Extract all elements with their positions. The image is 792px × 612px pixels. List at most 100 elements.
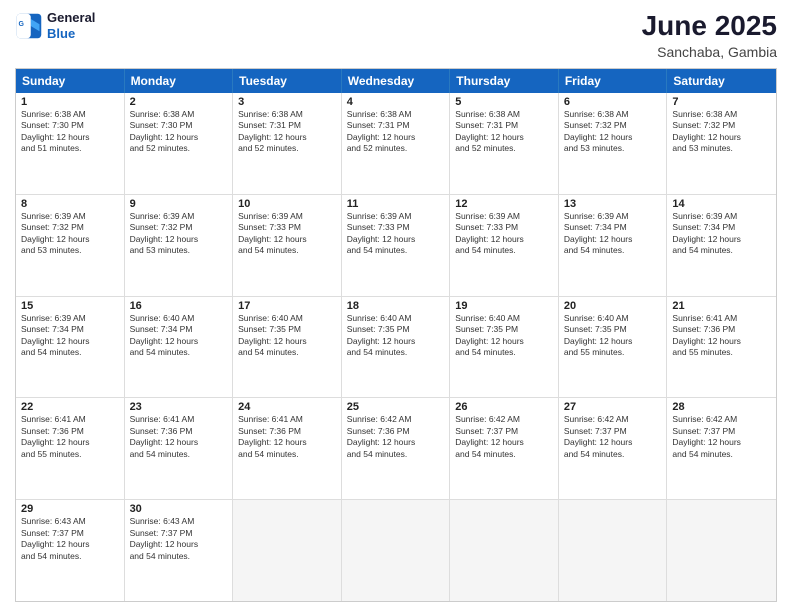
calendar-cell-2-1: 8Sunrise: 6:39 AM Sunset: 7:32 PM Daylig… <box>16 195 125 296</box>
day-info: Sunrise: 6:40 AM Sunset: 7:35 PM Dayligh… <box>238 313 336 359</box>
day-info: Sunrise: 6:38 AM Sunset: 7:31 PM Dayligh… <box>347 109 445 155</box>
day-info: Sunrise: 6:38 AM Sunset: 7:32 PM Dayligh… <box>672 109 771 155</box>
calendar-cell-4-6: 27Sunrise: 6:42 AM Sunset: 7:37 PM Dayli… <box>559 398 668 499</box>
day-number: 15 <box>21 300 119 312</box>
title-block: June 2025 Sanchaba, Gambia <box>642 10 777 60</box>
day-info: Sunrise: 6:39 AM Sunset: 7:34 PM Dayligh… <box>21 313 119 359</box>
calendar-cell-4-2: 23Sunrise: 6:41 AM Sunset: 7:36 PM Dayli… <box>125 398 234 499</box>
calendar-page: G General Blue June 2025 Sanchaba, Gambi… <box>0 0 792 612</box>
day-info: Sunrise: 6:40 AM Sunset: 7:35 PM Dayligh… <box>347 313 445 359</box>
day-info: Sunrise: 6:38 AM Sunset: 7:31 PM Dayligh… <box>455 109 553 155</box>
day-info: Sunrise: 6:39 AM Sunset: 7:34 PM Dayligh… <box>672 211 771 257</box>
day-number: 21 <box>672 300 771 312</box>
day-info: Sunrise: 6:42 AM Sunset: 7:37 PM Dayligh… <box>672 414 771 460</box>
calendar-cell-5-1: 29Sunrise: 6:43 AM Sunset: 7:37 PM Dayli… <box>16 500 125 601</box>
day-number: 11 <box>347 198 445 210</box>
day-info: Sunrise: 6:41 AM Sunset: 7:36 PM Dayligh… <box>238 414 336 460</box>
calendar-cell-3-3: 17Sunrise: 6:40 AM Sunset: 7:35 PM Dayli… <box>233 297 342 398</box>
day-info: Sunrise: 6:41 AM Sunset: 7:36 PM Dayligh… <box>672 313 771 359</box>
day-number: 19 <box>455 300 553 312</box>
day-number: 1 <box>21 96 119 108</box>
day-info: Sunrise: 6:38 AM Sunset: 7:32 PM Dayligh… <box>564 109 662 155</box>
calendar-cell-4-4: 25Sunrise: 6:42 AM Sunset: 7:36 PM Dayli… <box>342 398 451 499</box>
day-info: Sunrise: 6:39 AM Sunset: 7:33 PM Dayligh… <box>347 211 445 257</box>
calendar-cell-1-3: 3Sunrise: 6:38 AM Sunset: 7:31 PM Daylig… <box>233 93 342 194</box>
day-number: 13 <box>564 198 662 210</box>
calendar-cell-5-2: 30Sunrise: 6:43 AM Sunset: 7:37 PM Dayli… <box>125 500 234 601</box>
day-info: Sunrise: 6:41 AM Sunset: 7:36 PM Dayligh… <box>21 414 119 460</box>
day-number: 7 <box>672 96 771 108</box>
calendar-cell-2-2: 9Sunrise: 6:39 AM Sunset: 7:32 PM Daylig… <box>125 195 234 296</box>
calendar-cell-2-6: 13Sunrise: 6:39 AM Sunset: 7:34 PM Dayli… <box>559 195 668 296</box>
calendar-cell-5-6 <box>559 500 668 601</box>
calendar-cell-2-4: 11Sunrise: 6:39 AM Sunset: 7:33 PM Dayli… <box>342 195 451 296</box>
day-info: Sunrise: 6:39 AM Sunset: 7:32 PM Dayligh… <box>21 211 119 257</box>
day-number: 6 <box>564 96 662 108</box>
calendar-row-2: 8Sunrise: 6:39 AM Sunset: 7:32 PM Daylig… <box>16 195 776 297</box>
header-saturday: Saturday <box>667 69 776 93</box>
calendar-cell-3-4: 18Sunrise: 6:40 AM Sunset: 7:35 PM Dayli… <box>342 297 451 398</box>
calendar-cell-4-5: 26Sunrise: 6:42 AM Sunset: 7:37 PM Dayli… <box>450 398 559 499</box>
day-info: Sunrise: 6:42 AM Sunset: 7:37 PM Dayligh… <box>455 414 553 460</box>
day-info: Sunrise: 6:41 AM Sunset: 7:36 PM Dayligh… <box>130 414 228 460</box>
day-number: 25 <box>347 401 445 413</box>
calendar-cell-2-3: 10Sunrise: 6:39 AM Sunset: 7:33 PM Dayli… <box>233 195 342 296</box>
day-number: 8 <box>21 198 119 210</box>
header-thursday: Thursday <box>450 69 559 93</box>
calendar-cell-5-5 <box>450 500 559 601</box>
header-sunday: Sunday <box>16 69 125 93</box>
calendar-cell-3-5: 19Sunrise: 6:40 AM Sunset: 7:35 PM Dayli… <box>450 297 559 398</box>
svg-text:G: G <box>19 21 25 28</box>
calendar-row-3: 15Sunrise: 6:39 AM Sunset: 7:34 PM Dayli… <box>16 297 776 399</box>
calendar-cell-3-6: 20Sunrise: 6:40 AM Sunset: 7:35 PM Dayli… <box>559 297 668 398</box>
day-number: 5 <box>455 96 553 108</box>
day-info: Sunrise: 6:40 AM Sunset: 7:35 PM Dayligh… <box>564 313 662 359</box>
day-info: Sunrise: 6:43 AM Sunset: 7:37 PM Dayligh… <box>21 516 119 562</box>
location: Sanchaba, Gambia <box>642 44 777 60</box>
day-number: 23 <box>130 401 228 413</box>
calendar-cell-5-3 <box>233 500 342 601</box>
calendar-header: Sunday Monday Tuesday Wednesday Thursday… <box>16 69 776 93</box>
day-number: 9 <box>130 198 228 210</box>
day-info: Sunrise: 6:42 AM Sunset: 7:36 PM Dayligh… <box>347 414 445 460</box>
day-number: 10 <box>238 198 336 210</box>
logo: G General Blue <box>15 10 95 41</box>
day-info: Sunrise: 6:40 AM Sunset: 7:35 PM Dayligh… <box>455 313 553 359</box>
calendar: Sunday Monday Tuesday Wednesday Thursday… <box>15 68 777 602</box>
month-title: June 2025 <box>642 10 777 42</box>
day-info: Sunrise: 6:39 AM Sunset: 7:33 PM Dayligh… <box>238 211 336 257</box>
day-number: 24 <box>238 401 336 413</box>
calendar-cell-4-1: 22Sunrise: 6:41 AM Sunset: 7:36 PM Dayli… <box>16 398 125 499</box>
day-number: 29 <box>21 503 119 515</box>
day-info: Sunrise: 6:39 AM Sunset: 7:34 PM Dayligh… <box>564 211 662 257</box>
logo-icon: G <box>15 12 43 40</box>
calendar-cell-4-7: 28Sunrise: 6:42 AM Sunset: 7:37 PM Dayli… <box>667 398 776 499</box>
day-number: 28 <box>672 401 771 413</box>
header-friday: Friday <box>559 69 668 93</box>
calendar-body: 1Sunrise: 6:38 AM Sunset: 7:30 PM Daylig… <box>16 93 776 601</box>
day-number: 14 <box>672 198 771 210</box>
calendar-cell-5-4 <box>342 500 451 601</box>
day-info: Sunrise: 6:38 AM Sunset: 7:30 PM Dayligh… <box>130 109 228 155</box>
day-info: Sunrise: 6:42 AM Sunset: 7:37 PM Dayligh… <box>564 414 662 460</box>
calendar-cell-1-5: 5Sunrise: 6:38 AM Sunset: 7:31 PM Daylig… <box>450 93 559 194</box>
calendar-row-4: 22Sunrise: 6:41 AM Sunset: 7:36 PM Dayli… <box>16 398 776 500</box>
calendar-cell-1-1: 1Sunrise: 6:38 AM Sunset: 7:30 PM Daylig… <box>16 93 125 194</box>
day-number: 3 <box>238 96 336 108</box>
calendar-row-5: 29Sunrise: 6:43 AM Sunset: 7:37 PM Dayli… <box>16 500 776 601</box>
header-wednesday: Wednesday <box>342 69 451 93</box>
calendar-cell-2-5: 12Sunrise: 6:39 AM Sunset: 7:33 PM Dayli… <box>450 195 559 296</box>
calendar-cell-5-7 <box>667 500 776 601</box>
day-number: 26 <box>455 401 553 413</box>
day-number: 17 <box>238 300 336 312</box>
day-number: 12 <box>455 198 553 210</box>
calendar-cell-4-3: 24Sunrise: 6:41 AM Sunset: 7:36 PM Dayli… <box>233 398 342 499</box>
day-info: Sunrise: 6:40 AM Sunset: 7:34 PM Dayligh… <box>130 313 228 359</box>
header-tuesday: Tuesday <box>233 69 342 93</box>
day-number: 30 <box>130 503 228 515</box>
day-number: 18 <box>347 300 445 312</box>
day-info: Sunrise: 6:38 AM Sunset: 7:30 PM Dayligh… <box>21 109 119 155</box>
day-info: Sunrise: 6:38 AM Sunset: 7:31 PM Dayligh… <box>238 109 336 155</box>
day-number: 4 <box>347 96 445 108</box>
calendar-cell-3-7: 21Sunrise: 6:41 AM Sunset: 7:36 PM Dayli… <box>667 297 776 398</box>
